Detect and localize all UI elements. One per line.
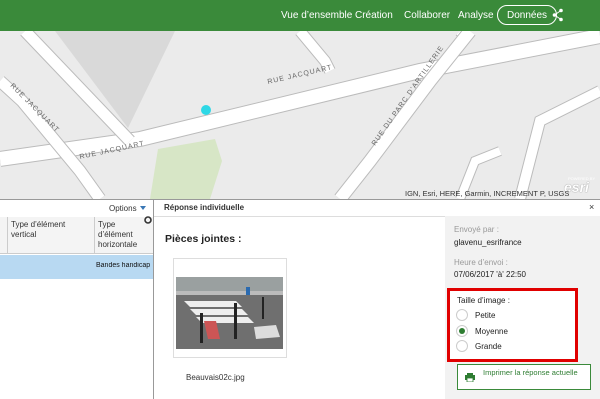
chevron-down-icon[interactable]: [140, 206, 146, 210]
attachment-caption: Beauvais02c.jpg: [186, 373, 245, 382]
map-point[interactable]: [201, 105, 211, 115]
attachment-thumbnail[interactable]: [176, 277, 283, 349]
radio-large[interactable]: [456, 340, 468, 352]
image-size-group: Taille d’image : Petite Moyenne Grande: [447, 288, 578, 362]
street-label: RUE DU PARC D’ARTILLERIE: [371, 45, 446, 147]
radio-medium[interactable]: [456, 325, 468, 337]
map-view[interactable]: RUE JACQUART RUE JACQUART RUE JACQUART R…: [0, 31, 600, 199]
sent-by-label: Envoyé par :: [454, 225, 499, 234]
nav-analysis[interactable]: Analyse: [458, 0, 494, 31]
radio-small[interactable]: [456, 309, 468, 321]
table-cell: Bandes handicap: [96, 262, 151, 269]
share-icon[interactable]: [552, 8, 564, 22]
sent-by-value: glavenu_esrifrance: [454, 238, 522, 247]
bottom-area: Options Type d’élément vertical Type d’é…: [0, 199, 600, 399]
nav-overview[interactable]: Vue d’ensemble: [281, 0, 352, 31]
park-area: [150, 139, 222, 199]
map-canvas: RUE JACQUART RUE JACQUART RUE JACQUART R…: [0, 31, 600, 199]
nav-data-button[interactable]: Données: [497, 5, 558, 25]
top-nav: Vue d’ensemble Création Collaborer Analy…: [0, 0, 600, 31]
print-response-button[interactable]: Imprimer la réponse actuelle: [457, 364, 591, 390]
radio-small-label: Petite: [475, 311, 496, 320]
printer-icon: [465, 373, 475, 382]
panel-title: Réponse individuelle: [164, 203, 245, 212]
response-panel: Réponse individuelle × Pièces jointes : …: [154, 200, 600, 399]
radio-medium-label: Moyenne: [475, 327, 508, 336]
street-label: RUE JACQUART: [9, 82, 61, 134]
panel-header: Réponse individuelle ×: [154, 200, 600, 217]
print-button-label: Imprimer la réponse actuelle: [483, 368, 578, 377]
nav-creation[interactable]: Création: [355, 0, 393, 31]
sent-time-label: Heure d’envoi :: [454, 258, 508, 267]
nav-collaborate[interactable]: Collaborer: [404, 0, 450, 31]
sent-time-value: 07/06/2017 'à' 22:50: [454, 270, 527, 279]
attachments-title: Pièces jointes :: [165, 233, 242, 245]
map-attribution: IGN, Esri, HERE, Garmin, INCREMENT P, US…: [405, 189, 570, 198]
radio-large-label: Grande: [475, 342, 502, 351]
column-header-vertical[interactable]: Type d’élément vertical: [8, 217, 95, 254]
options-menu[interactable]: Options: [109, 204, 137, 213]
image-size-label: Taille d’image :: [457, 296, 510, 305]
gear-icon[interactable]: [144, 216, 152, 224]
attribute-table: Options Type d’élément vertical Type d’é…: [0, 200, 154, 399]
row-selector-header: [0, 217, 8, 254]
close-icon[interactable]: ×: [589, 202, 594, 212]
street-label: RUE JACQUART: [267, 64, 333, 86]
